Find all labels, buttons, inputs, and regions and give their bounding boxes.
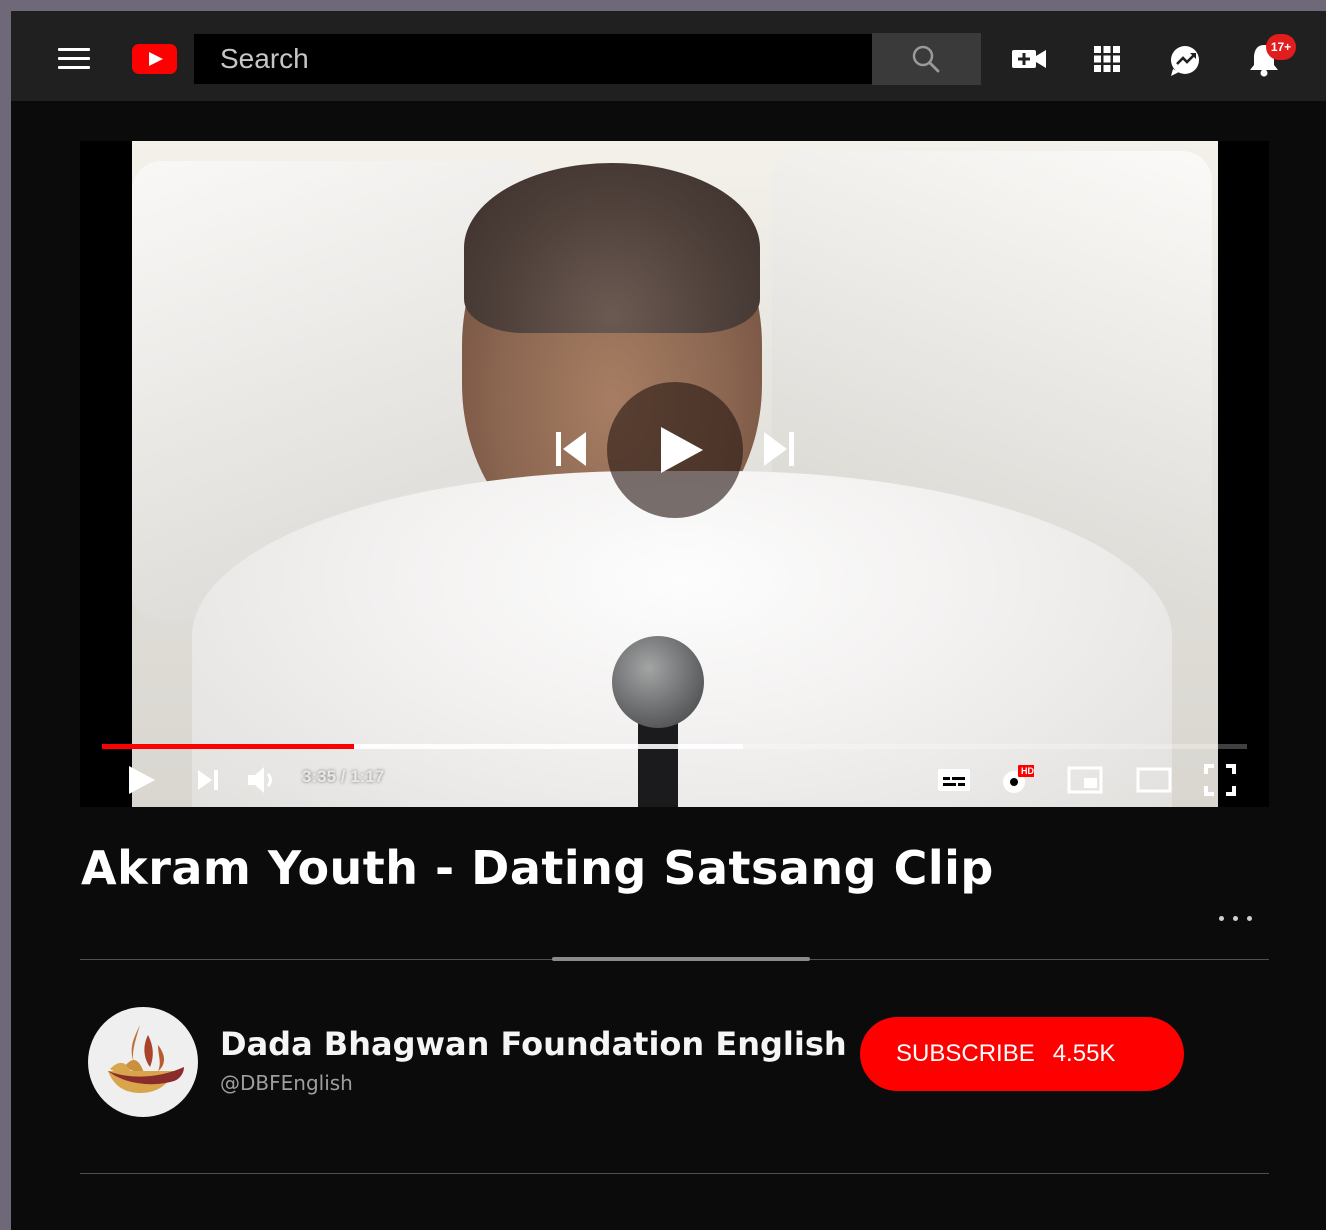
time-display: 3:35 / 1:17 [302, 767, 385, 786]
hd-badge: HD [1021, 766, 1034, 776]
channel-logo [108, 1025, 184, 1093]
more-options-icon[interactable] [1217, 913, 1257, 925]
app-window: 17+ [11, 11, 1326, 1230]
previous-video-icon[interactable] [554, 430, 588, 468]
search-input[interactable] [194, 34, 872, 84]
channel-name[interactable]: Dada Bhagwan Foundation English [220, 1025, 847, 1063]
search-box [193, 33, 873, 85]
apps-grid-icon[interactable] [1087, 39, 1127, 79]
progress-bar[interactable] [102, 744, 1247, 749]
messages-icon[interactable] [1165, 39, 1205, 79]
play-icon[interactable] [124, 762, 160, 798]
youtube-logo[interactable] [132, 44, 177, 74]
center-play-button[interactable] [607, 382, 743, 518]
next-video-icon[interactable] [762, 430, 796, 468]
next-icon[interactable] [190, 762, 226, 798]
miniplayer-icon[interactable] [1067, 762, 1103, 798]
divider [80, 1173, 1269, 1174]
notification-badge: 17+ [1266, 34, 1296, 60]
video-add-icon[interactable] [1009, 39, 1049, 79]
subtitles-icon[interactable] [936, 762, 972, 798]
top-bar: 17+ [11, 11, 1326, 101]
channel-avatar[interactable] [88, 1007, 198, 1117]
drag-handle[interactable] [552, 957, 810, 961]
volume-icon[interactable] [244, 762, 280, 798]
subscribe-label: SUBSCRIBE [896, 1040, 1035, 1067]
subscribe-button[interactable]: SUBSCRIBE 4.55K [860, 1017, 1184, 1091]
video-player[interactable]: 3:35 / 1:17 HD [80, 141, 1269, 807]
menu-icon[interactable] [58, 48, 90, 70]
fullscreen-icon[interactable] [1202, 762, 1238, 798]
progress-played [102, 744, 354, 749]
search-icon [912, 45, 940, 73]
video-title: Akram Youth - Dating Satsang Clip [81, 841, 994, 895]
channel-handle[interactable]: @DBFEnglish [220, 1071, 353, 1095]
subscriber-count: 4.55K [1052, 1040, 1116, 1067]
search-button[interactable] [872, 33, 981, 85]
theater-mode-icon[interactable] [1136, 762, 1172, 798]
